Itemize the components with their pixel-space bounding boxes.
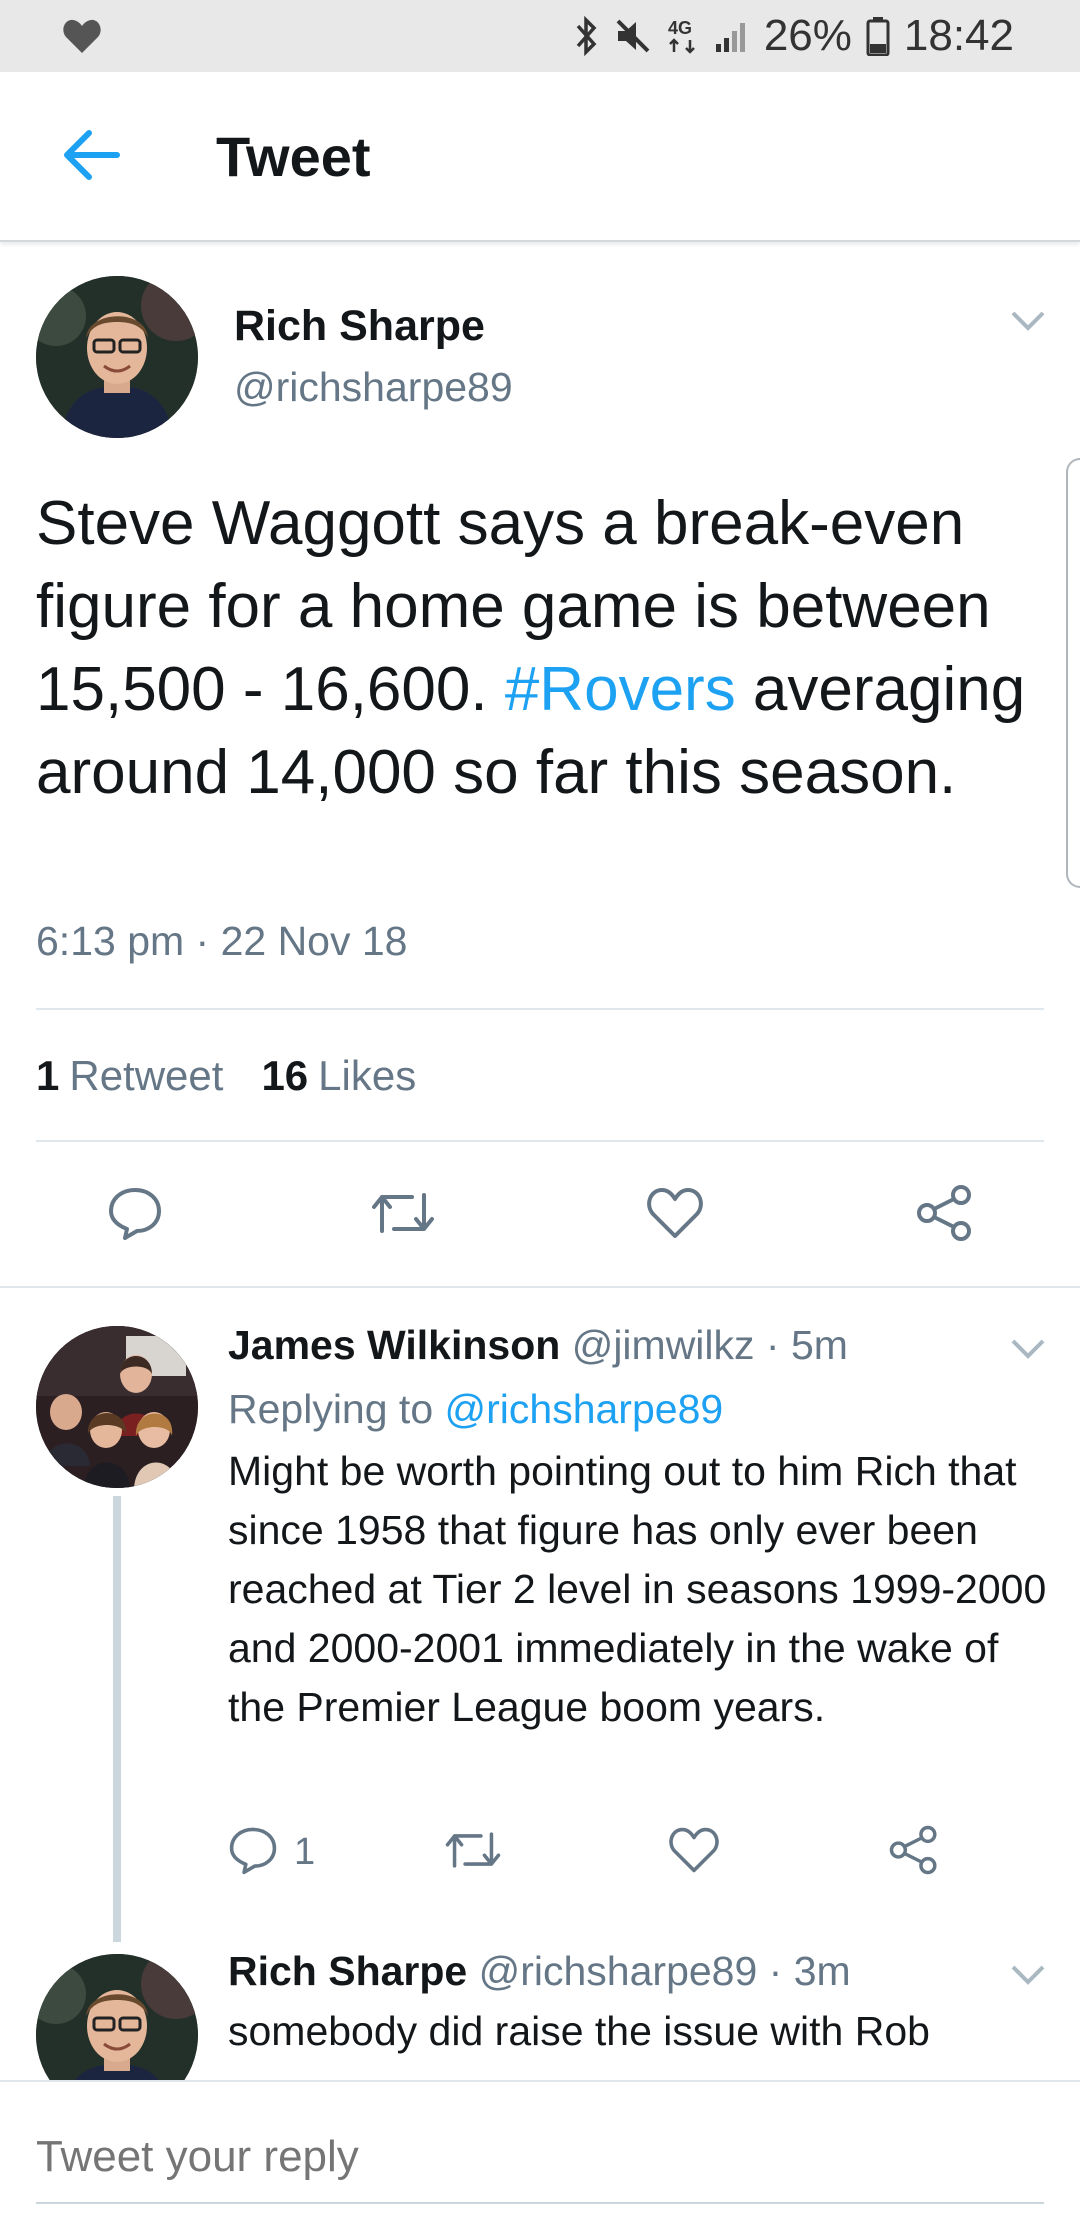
page-title: Tweet — [216, 125, 371, 188]
mute-icon — [614, 17, 652, 55]
clock: 18:42 — [903, 11, 1014, 60]
reply-icon — [228, 1825, 278, 1880]
share-icon — [888, 1824, 940, 1881]
share-button[interactable] — [910, 1180, 980, 1250]
signal-icon — [714, 18, 750, 54]
reply-composer — [0, 2080, 1080, 2220]
reply-header: Rich Sharpe @richsharpe89 · 3m — [228, 1948, 851, 1995]
chevron-down-icon[interactable] — [1010, 1338, 1046, 1360]
retweet-button[interactable] — [444, 1822, 502, 1882]
like-label: Likes — [318, 1052, 417, 1099]
tweet-action-bar — [0, 1180, 1080, 1250]
reply-text: somebody did raise the issue with Rob — [228, 2008, 930, 2054]
avatar[interactable] — [36, 276, 198, 438]
heart-outline-icon — [668, 1826, 720, 1879]
divider — [0, 1286, 1080, 1288]
retweets-stat[interactable]: 1 Retweet — [36, 1052, 223, 1100]
reply-header: James Wilkinson @jimwilkz · 5m — [228, 1322, 848, 1369]
status-bar: 4G 26% 18:42 — [0, 0, 1080, 72]
replying-to: Replying to @richsharpe89 — [228, 1386, 723, 1433]
app-header: Tweet — [0, 72, 1080, 242]
input-underline — [36, 2202, 1044, 2204]
replying-prefix: Replying to — [228, 1386, 445, 1432]
like-count: 16 — [261, 1052, 309, 1099]
reply-meta: @jimwilkz · 5m — [560, 1322, 848, 1368]
avatar[interactable] — [36, 1326, 198, 1488]
author-name[interactable]: Rich Sharpe — [234, 302, 485, 351]
tweet-timestamp: 6:13 pm · 22 Nov 18 — [36, 918, 408, 964]
scroll-indicator[interactable] — [1066, 458, 1080, 888]
battery-percent: 26% — [763, 11, 852, 60]
chevron-down-icon[interactable] — [1010, 310, 1046, 332]
like-button[interactable] — [668, 1822, 720, 1882]
reply-count: 1 — [294, 1830, 316, 1873]
chevron-down-icon[interactable] — [1010, 1964, 1046, 1986]
retweet-count: 1 — [36, 1052, 60, 1099]
network-4g-icon: 4G — [666, 16, 700, 56]
bluetooth-icon — [574, 16, 600, 56]
share-button[interactable] — [888, 1822, 940, 1882]
divider — [36, 1140, 1044, 1142]
reply-meta: @richsharpe89 · 3m — [467, 1948, 851, 1994]
tweet-stats: 1 Retweet 16 Likes — [36, 1052, 416, 1100]
battery-icon — [866, 16, 890, 56]
reply-text: Might be worth pointing out to him Rich … — [228, 1448, 1047, 1730]
svg-text:4G: 4G — [668, 18, 692, 38]
retweet-label: Retweet — [69, 1052, 224, 1099]
reply-input[interactable] — [36, 2120, 1044, 2194]
reply-author-name[interactable]: Rich Sharpe — [228, 1948, 467, 1994]
hashtag-link[interactable]: #Rovers — [505, 655, 736, 724]
reply-action-bar: 1 — [0, 1822, 1080, 1882]
reply-icon — [107, 1185, 163, 1246]
likes-stat[interactable]: 16 Likes — [261, 1052, 416, 1100]
heart-icon — [62, 18, 102, 54]
back-button[interactable] — [56, 124, 126, 190]
reply-author-name[interactable]: James Wilkinson — [228, 1322, 560, 1368]
heart-outline-icon — [646, 1186, 704, 1245]
retweet-button[interactable] — [368, 1180, 438, 1250]
tweet-text: Steve Waggott says a break-even figure f… — [36, 482, 1046, 814]
share-icon — [915, 1183, 975, 1248]
like-button[interactable] — [640, 1180, 710, 1250]
reply-button[interactable]: 1 — [228, 1822, 315, 1882]
arrow-left-icon — [61, 129, 121, 186]
divider — [36, 1008, 1044, 1010]
author-handle[interactable]: @richsharpe89 — [234, 364, 513, 411]
reply-button[interactable] — [100, 1180, 170, 1250]
retweet-icon — [444, 1827, 502, 1878]
retweet-icon — [370, 1187, 436, 1244]
mention-link[interactable]: @richsharpe89 — [445, 1386, 724, 1432]
